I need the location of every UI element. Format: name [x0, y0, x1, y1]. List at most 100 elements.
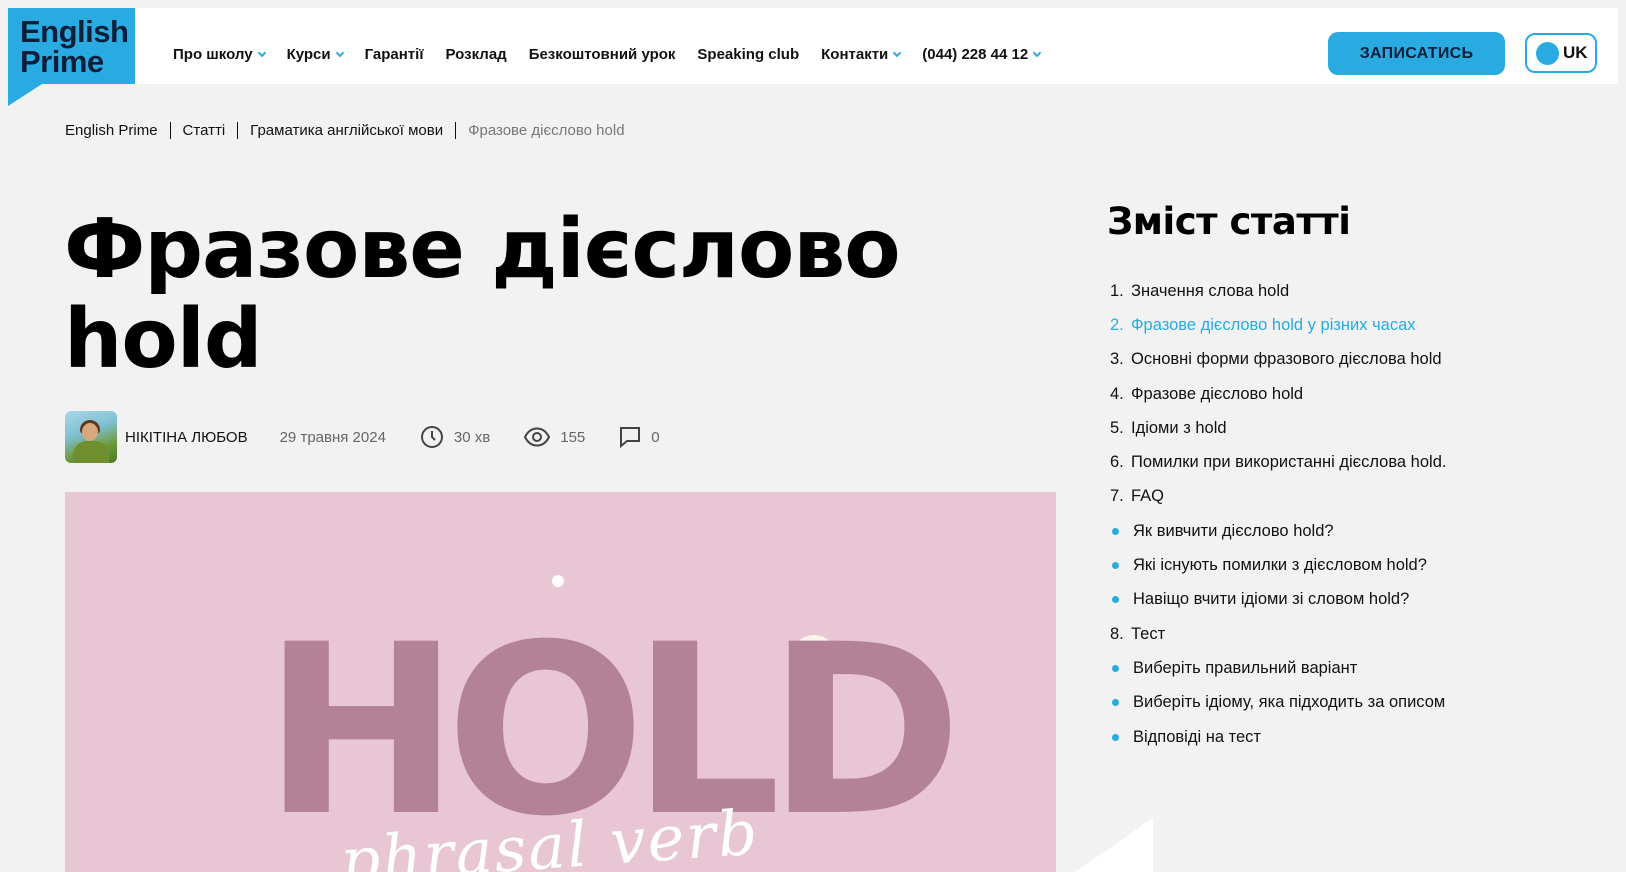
nav-item-label: Безкоштовний урок — [528, 45, 676, 63]
toc-item[interactable]: 1. Значення слова hold — [1110, 274, 1446, 308]
toc-item-label: Значення слова hold — [1131, 281, 1290, 300]
comments[interactable]: 0 — [619, 426, 660, 448]
publish-date: 29 травня 2024 — [279, 428, 386, 446]
toc-item-number: 8. — [1110, 624, 1124, 643]
table-of-contents: 1. Значення слова hold 2. Фразове дієслово … — [1110, 274, 1446, 754]
bullet-icon — [1112, 527, 1119, 535]
nav-item-0[interactable]: Про школу — [173, 45, 266, 63]
language-switcher[interactable]: UK — [1525, 33, 1597, 73]
clock-icon — [420, 426, 443, 448]
toc-item-label: Як вивчити дієслово hold? — [1133, 521, 1334, 540]
breadcrumb-separator — [455, 122, 457, 139]
nav-item-label: Про школу — [173, 45, 253, 63]
breadcrumb-articles[interactable]: Статті — [183, 122, 226, 139]
toc-item[interactable]: 8. Тест — [1110, 617, 1446, 651]
read-time: 30 хв — [420, 425, 490, 449]
chevron-down-icon — [1032, 48, 1042, 57]
comment-icon — [620, 427, 641, 448]
read-time-value: 30 хв — [453, 428, 491, 446]
toc-title: Зміст статті — [1107, 200, 1351, 243]
toc-item[interactable]: Навіщо вчити ідіоми зі словом hold? — [1110, 583, 1446, 617]
toc-item-label: Виберіть правильний варіант — [1133, 658, 1358, 677]
chevron-down-icon — [893, 48, 902, 57]
chevron-down-icon — [257, 48, 266, 57]
toc-item[interactable]: Виберіть правильний варіант — [1110, 651, 1446, 685]
toc-item-label: Основні форми фразового дієслова hold — [1131, 350, 1442, 369]
bullet-icon — [1112, 664, 1119, 672]
toc-item-label: Тест — [1131, 624, 1166, 643]
toc-item[interactable]: Виберіть ідіому, яка підходить за описом — [1110, 686, 1446, 720]
toc-item-number: 1. — [1110, 281, 1124, 300]
language-label: UK — [1563, 43, 1588, 62]
bullet-icon — [1112, 699, 1119, 707]
toc-item-label: Ідіоми з hold — [1131, 418, 1227, 437]
toc-item[interactable]: 4. Фразове дієслово hold — [1110, 377, 1446, 411]
breadcrumb: English Prime Статті Граматика англійськ… — [65, 122, 625, 139]
toc-item-number: 2. — [1110, 315, 1124, 334]
breadcrumb-current: Фразове дієслово hold — [468, 122, 625, 139]
hero-dot-decoration — [552, 575, 564, 587]
language-flag-icon — [1536, 41, 1559, 65]
page-title-line-1: Фразове дієслово — [64, 202, 901, 297]
article-meta: НІКІТІНА ЛЮБОВ 29 травня 2024 30 хв 155 … — [65, 411, 694, 463]
nav-item-label: Курси — [286, 45, 331, 63]
page-title-line-2: hold — [64, 292, 263, 387]
nav-item-7[interactable]: (044) 228 44 12 — [922, 45, 1042, 63]
signup-button[interactable]: ЗАПИСАТИСЬ — [1328, 32, 1505, 75]
toc-item[interactable]: 6. Помилки при використанні дієслова hold… — [1110, 445, 1446, 479]
author-name[interactable]: НІКІТІНА ЛЮБОВ — [125, 429, 248, 446]
toc-item[interactable]: Які існують помилки з дієсловом hold? — [1110, 548, 1446, 582]
toc-item-label: Помилки при використанні дієслова hold. — [1131, 453, 1447, 472]
toc-item-label: Фразове дієслово hold у різних часах — [1131, 315, 1416, 334]
toc-item-label: Виберіть ідіому, яка підходить за описом — [1133, 693, 1446, 712]
toc-item-label: Відповіді на тест — [1133, 727, 1261, 746]
toc-item-label: Які існують помилки з дієсловом hold? — [1133, 556, 1427, 575]
toc-item-number: 5. — [1110, 418, 1124, 437]
toc-item[interactable]: 2. Фразове дієслово hold у різних часах — [1110, 308, 1446, 342]
nav-item-2[interactable]: Гарантії — [365, 46, 424, 63]
nav-item-label: Контакти — [821, 45, 889, 63]
breadcrumb-grammar[interactable]: Граматика англійської мови — [250, 122, 443, 139]
views-value: 155 — [560, 428, 586, 446]
breadcrumb-home[interactable]: English Prime — [65, 122, 158, 139]
breadcrumb-separator — [237, 122, 239, 139]
main-nav: Про школу Курси Гарантії Розклад Безкоштовни… — [173, 16, 1062, 92]
comments-value: 0 — [651, 428, 660, 446]
toc-item-number: 3. — [1110, 350, 1124, 369]
views: 155 — [524, 427, 585, 447]
eye-icon — [524, 427, 551, 447]
toc-item-label: Навіщо вчити ідіоми зі словом hold? — [1133, 590, 1410, 609]
toc-item-number: 7. — [1110, 487, 1124, 506]
toc-item[interactable]: 5. Ідіоми з hold — [1110, 411, 1446, 445]
nav-item-5[interactable]: Speaking club — [697, 46, 799, 63]
corner-decoration — [1075, 818, 1153, 872]
nav-item-4[interactable]: Безкоштовний урок — [529, 46, 676, 63]
nav-item-label: Гарантії — [364, 45, 424, 63]
nav-item-label: Speaking club — [697, 45, 800, 63]
nav-item-1[interactable]: Курси — [286, 45, 344, 63]
logo-line-2: Prime — [20, 44, 104, 79]
logo-line-1: English — [20, 14, 129, 49]
toc-item[interactable]: Як вивчити дієслово hold? — [1110, 514, 1446, 548]
page-title: Фразове дієслово hold — [64, 205, 964, 385]
toc-item[interactable]: 7. FAQ — [1110, 480, 1446, 514]
author-avatar[interactable] — [65, 411, 117, 463]
chevron-down-icon — [335, 48, 344, 57]
toc-item-number: 4. — [1110, 384, 1124, 403]
nav-item-6[interactable]: Контакти — [821, 45, 902, 63]
toc-item[interactable]: 3. Основні форми фразового дієслова hold — [1110, 343, 1446, 377]
toc-item[interactable]: Відповіді на тест — [1110, 720, 1446, 754]
bullet-icon — [1112, 562, 1119, 570]
breadcrumb-separator — [169, 122, 171, 139]
hero-image: HOLD phrasal verb — [65, 492, 1056, 872]
nav-item-3[interactable]: Розклад — [446, 46, 507, 63]
bullet-icon — [1112, 733, 1119, 741]
nav-item-label: (044) 228 44 12 — [922, 45, 1029, 63]
logo-tail-decoration — [8, 84, 42, 106]
site-header: Про школу Курси Гарантії Розклад Безкоштовни… — [8, 8, 1618, 84]
toc-item-number: 6. — [1110, 453, 1124, 472]
toc-item-label: Фразове дієслово hold — [1131, 384, 1304, 403]
logo[interactable]: English Prime — [8, 8, 135, 84]
nav-item-label: Розклад — [445, 45, 507, 63]
toc-item-label: FAQ — [1131, 487, 1165, 506]
